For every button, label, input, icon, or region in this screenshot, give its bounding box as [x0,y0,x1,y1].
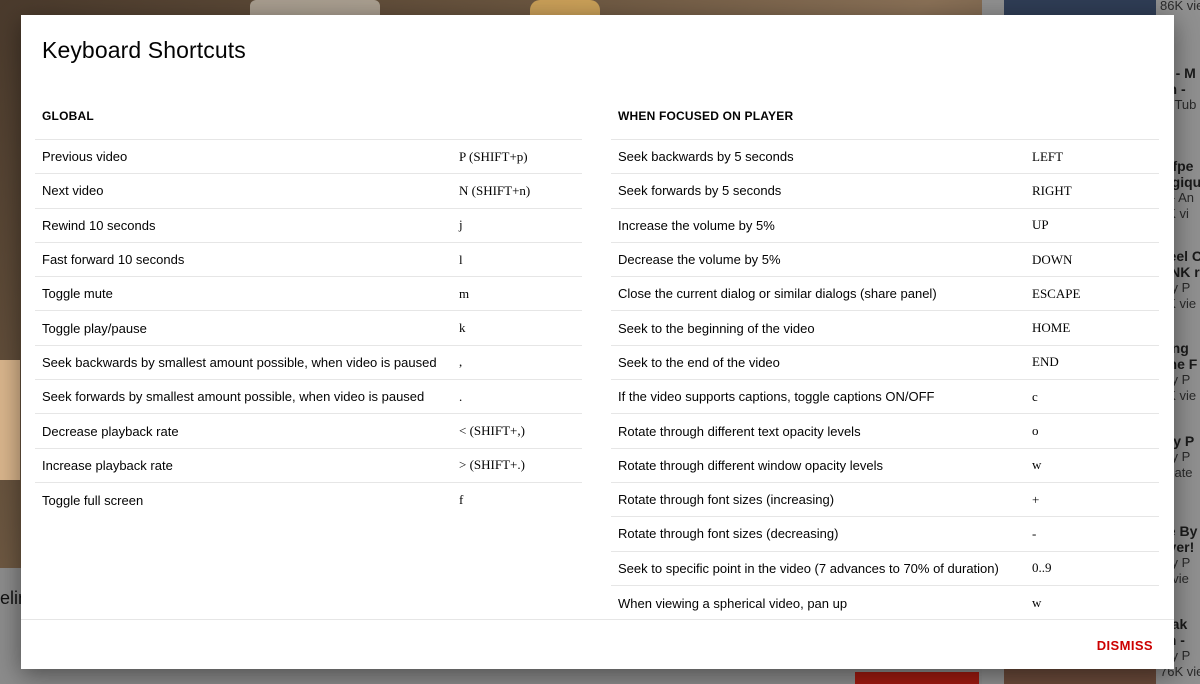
shortcut-key: o [1032,423,1039,439]
player-shortcuts-column: WHEN FOCUSED ON PLAYER Seek backwards by… [611,99,1159,620]
shortcut-row: Seek backwards by 5 seconds LEFT [611,140,1159,175]
dismiss-button[interactable]: DISMISS [1097,638,1153,653]
shortcut-key: 0..9 [1032,560,1052,576]
shortcut-description: Rewind 10 seconds [42,217,156,233]
sidebar-video-meta: 86K vie [1160,0,1200,13]
shortcut-description: Rotate through different window opacity … [618,457,883,473]
dialog-title: Keyboard Shortcuts [42,37,246,63]
shortcut-row: Fast forward 10 seconds l [35,243,582,278]
shortcut-key: > (SHIFT+.) [459,457,525,473]
shortcut-key: < (SHIFT+,) [459,423,525,439]
shortcut-description: Increase the volume by 5% [618,217,775,233]
shortcut-key: m [459,285,470,301]
shortcut-row: Next video N (SHIFT+n) [35,174,582,209]
shortcut-row: Rotate through different text opacity le… [611,414,1159,449]
shortcut-description: Fast forward 10 seconds [42,252,185,268]
shortcut-row: Seek backwards by smallest amount possib… [35,346,582,381]
shortcut-description: Decrease the volume by 5% [618,252,781,268]
shortcut-row: Close the current dialog or similar dial… [611,277,1159,312]
shortcut-description: Seek forwards by 5 seconds [618,183,782,199]
shortcut-description: Toggle full screen [42,492,144,508]
subscribe-button [855,672,979,684]
shortcut-row: Decrease the volume by 5% DOWN [611,243,1159,278]
shortcut-row: Rotate through font sizes (increasing) + [611,483,1159,518]
shortcut-description: Seek backwards by smallest amount possib… [42,354,437,370]
shortcut-key: ESCAPE [1032,285,1081,301]
shortcut-key: - [1032,525,1037,541]
shortcut-row: If the video supports captions, toggle c… [611,380,1159,415]
shortcut-description: Seek to specific point in the video (7 a… [618,560,999,576]
player-heading: WHEN FOCUSED ON PLAYER [611,99,1159,140]
shortcut-description: Increase playback rate [42,457,173,473]
shortcut-row: Toggle play/pause k [35,311,582,346]
shortcut-row: Seek forwards by 5 seconds RIGHT [611,174,1159,209]
shortcut-description: Next video [42,183,104,199]
shortcut-key: w [1032,595,1042,610]
shortcut-key: N (SHIFT+n) [459,182,531,198]
shortcut-description: Seek to the beginning of the video [618,320,815,336]
shortcut-row: Increase playback rate > (SHIFT+.) [35,449,582,483]
shortcut-description: If the video supports captions, toggle c… [618,389,935,405]
shortcut-key: , [459,354,463,370]
shortcut-row: Toggle full screen f [35,483,582,517]
global-heading: GLOBAL [35,99,582,140]
shortcut-key: RIGHT [1032,182,1072,198]
shortcut-key: k [459,320,466,336]
dialog-footer: DISMISS [21,619,1174,669]
shortcut-description: Rotate through different text opacity le… [618,423,861,439]
shortcut-row: Rewind 10 seconds j [35,209,582,243]
shortcut-row: Seek forwards by smallest amount possibl… [35,380,582,415]
shortcut-key: . [459,388,463,404]
shortcut-key: DOWN [1032,251,1073,267]
global-shortcuts-column: GLOBAL Previous video P (SHIFT+p) Next vid… [35,99,582,517]
shortcut-row: Seek to specific point in the video (7 a… [611,552,1159,586]
video-frame-detail [0,360,20,480]
shortcut-description: Seek to the end of the video [618,354,780,370]
shortcut-description: Seek backwards by 5 seconds [618,149,794,165]
shortcut-description: Rotate through font sizes (decreasing) [618,526,839,542]
sidebar-video-text: 86K vie [1160,0,1200,14]
shortcut-row: Rotate through font sizes (decreasing) - [611,517,1159,552]
shortcut-row: Seek to the end of the video END [611,346,1159,381]
shortcut-description: Toggle mute [42,286,113,302]
shortcut-row: Decrease playback rate < (SHIFT+,) [35,414,582,449]
shortcut-key: j [459,217,463,233]
shortcut-key: w [1032,457,1042,473]
shortcut-key: l [459,251,463,267]
shortcut-key: P (SHIFT+p) [459,148,528,164]
shortcut-key: f [459,492,464,508]
shortcut-description: Previous video [42,149,128,165]
shortcut-description: Decrease playback rate [42,423,179,439]
shortcut-description: When viewing a spherical video, pan up [618,595,848,611]
shortcut-description: Seek forwards by smallest amount possibl… [42,389,425,405]
shortcut-row: Increase the volume by 5% UP [611,209,1159,243]
shortcut-description: Close the current dialog or similar dial… [618,286,937,302]
shortcut-description: Toggle play/pause [42,320,147,336]
shortcut-row: Seek to the beginning of the video HOME [611,311,1159,346]
shortcut-row: When viewing a spherical video, pan up w [611,586,1159,620]
shortcut-row: Previous video P (SHIFT+p) [35,140,582,175]
keyboard-shortcuts-dialog: Keyboard Shortcuts GLOBAL Previous video… [21,15,1174,669]
shortcut-key: HOME [1032,320,1071,336]
shortcut-description: Rotate through font sizes (increasing) [618,492,835,508]
shortcut-key: UP [1032,217,1049,233]
shortcut-row: Rotate through different window opacity … [611,449,1159,483]
shortcut-key: + [1032,491,1040,507]
shortcut-key: LEFT [1032,148,1064,164]
shortcut-row: Toggle mute m [35,277,582,312]
shortcut-key: END [1032,354,1059,370]
shortcut-key: c [1032,388,1038,404]
